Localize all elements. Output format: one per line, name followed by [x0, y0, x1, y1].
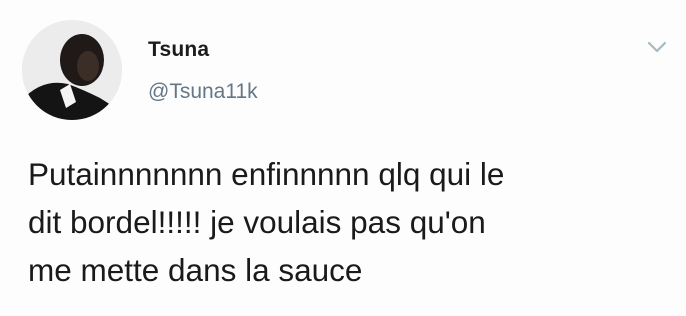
- profile-photo-icon: [22, 20, 122, 120]
- tweet-card: Tsuna @Tsuna11k Putainnnnnnn enfinnnnn q…: [0, 0, 686, 316]
- chevron-down-icon[interactable]: [646, 38, 668, 56]
- avatar[interactable]: [22, 20, 122, 120]
- user-handle[interactable]: @Tsuna11k: [148, 80, 258, 104]
- display-name[interactable]: Tsuna: [148, 38, 209, 62]
- tweet-text: Putainnnnnnn enfinnnnn qlq qui le dit bo…: [28, 156, 505, 288]
